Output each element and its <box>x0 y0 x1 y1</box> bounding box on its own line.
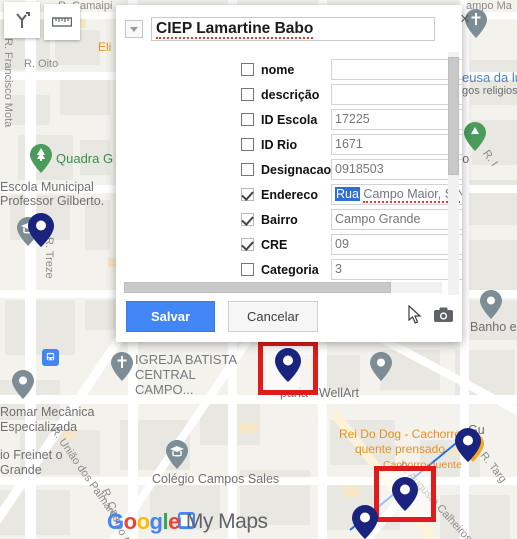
map-poi-label: Escola Municipal Professor Gilberto. <box>0 180 105 208</box>
map-street-label: R. Oito <box>24 58 59 70</box>
field-input-designacao[interactable]: 0918503 <box>331 159 462 180</box>
logo-letter: e <box>168 509 180 534</box>
field-row-nome: nome <box>116 57 462 82</box>
horizontal-scrollbar[interactable] <box>124 282 442 293</box>
field-label-designacao: Designacao <box>261 162 332 177</box>
field-input-endereco[interactable]: Rua Campo Maior, S/Nº Centro <box>331 184 462 205</box>
field-checkbox-endereco[interactable] <box>241 188 254 201</box>
directions-button[interactable] <box>4 2 40 38</box>
map-block <box>5 300 75 355</box>
field-row-endereco: Endereco Rua Campo Maior, S/Nº Centro <box>116 182 462 207</box>
map-block <box>85 300 115 330</box>
field-label-descricao: descrição <box>261 87 320 102</box>
vertical-scrollbar[interactable] <box>448 52 459 295</box>
map-poi-label: io Freinet o Grande <box>0 448 63 477</box>
measure-distance-button[interactable] <box>44 4 80 40</box>
map-poi-label: eusa da lu <box>462 70 517 85</box>
field-checkbox-categoria[interactable] <box>241 263 254 276</box>
field-checkbox-id-rio[interactable] <box>241 138 254 151</box>
horizontal-scrollbar-thumb[interactable] <box>124 282 391 293</box>
map-block <box>60 75 110 115</box>
field-label-bairro: Bairro <box>261 212 298 227</box>
park-marker-icon[interactable] <box>464 122 486 151</box>
field-checkbox-id-escola[interactable] <box>241 113 254 126</box>
field-input-categoria[interactable]: 3 <box>331 259 462 280</box>
field-row-bairro: Bairro Campo Grande <box>116 207 462 232</box>
field-label-categoria: Categoria <box>261 262 319 277</box>
dialog-body: CIEP Lamartine Babo nome descrição ID Es… <box>116 5 462 342</box>
map-street-label: R. Francisco Mota <box>2 38 14 128</box>
park-marker-icon[interactable] <box>30 144 52 173</box>
dialog-actions: Salvar Cancelar <box>126 301 319 332</box>
field-checkbox-nome[interactable] <box>241 63 254 76</box>
map-building <box>240 424 258 433</box>
field-checkbox-descricao[interactable] <box>241 88 254 101</box>
logo-letter: G <box>107 509 124 534</box>
map-poi-label: gos religios <box>462 85 517 97</box>
field-row-designacao: Designacao 0918503 <box>116 157 462 182</box>
map-poi-label: Quadra G <box>56 151 114 166</box>
field-label-endereco: Endereco <box>261 187 318 202</box>
logo-letter: o <box>123 509 137 534</box>
google-my-maps-logo: G o o g l e My Maps <box>107 509 268 535</box>
field-input-descricao[interactable] <box>331 84 462 105</box>
directions-icon <box>16 12 30 28</box>
field-input-id-escola[interactable]: 17225 <box>331 109 462 130</box>
cancel-button[interactable]: Cancelar <box>228 301 319 332</box>
place-marker-icon[interactable] <box>12 370 34 399</box>
field-row-cre: CRE 09 <box>116 232 462 257</box>
feature-title-input[interactable]: CIEP Lamartine Babo <box>151 17 435 41</box>
bus-stop-icon[interactable] <box>42 349 59 366</box>
map-poi-label: Colégio Campos Sales <box>152 472 280 486</box>
field-input-nome[interactable] <box>331 59 462 80</box>
field-checkbox-designacao[interactable] <box>241 163 254 176</box>
place-pin-icon[interactable] <box>392 477 418 511</box>
title-row: CIEP Lamartine Babo <box>125 17 435 41</box>
place-pin-icon[interactable] <box>275 348 301 382</box>
map-block <box>465 240 517 290</box>
field-row-id-escola: ID Escola 17225 <box>116 107 462 132</box>
school-marker-icon[interactable] <box>166 440 188 469</box>
field-input-bairro[interactable]: Campo Grande <box>331 209 462 230</box>
field-row-categoria: Categoria 3 <box>116 257 462 282</box>
save-button[interactable]: Salvar <box>126 301 216 332</box>
field-label-id-escola: ID Escola <box>261 112 318 127</box>
field-checkbox-bairro[interactable] <box>241 213 254 226</box>
field-checkbox-cre[interactable] <box>241 238 254 251</box>
place-pin-icon[interactable] <box>28 213 54 247</box>
place-pin-icon[interactable] <box>455 428 481 462</box>
camera-icon[interactable] <box>434 307 453 322</box>
measure-ruler-icon <box>52 17 72 27</box>
church-marker-icon[interactable] <box>111 352 133 381</box>
feature-edit-dialog: × CIEP Lamartine Babo nome descrição ID … <box>116 5 470 342</box>
place-pin-icon[interactable] <box>352 505 378 539</box>
map-poi-label: Rei Do Dog - Cachorro quente prensado <box>338 427 462 456</box>
field-input-cre[interactable]: 09 <box>331 234 462 255</box>
title-dropdown-caret-icon[interactable] <box>125 20 143 38</box>
map-poi-label: Banho e <box>470 320 517 334</box>
map-poi-label: Eli <box>98 40 112 54</box>
logo-letter: o <box>136 509 150 534</box>
field-input-id-rio[interactable]: 1671 <box>331 134 462 155</box>
field-row-id-rio: ID Rio 1671 <box>116 132 462 157</box>
selected-text: Rua <box>335 187 360 201</box>
field-row-descricao: descrição <box>116 82 462 107</box>
field-label-cre: CRE <box>261 237 288 252</box>
vertical-scrollbar-thumb[interactable] <box>448 57 459 175</box>
logo-letter: g <box>149 509 163 534</box>
place-marker-icon[interactable] <box>370 352 392 381</box>
field-label-nome: nome <box>261 62 295 77</box>
mouse-cursor <box>408 304 422 325</box>
map-poi-label: IGREJA BATISTA CENTRAL CAMPO... <box>135 352 237 397</box>
fields-table: nome descrição ID Escola 17225 ID Rio 16… <box>116 57 462 282</box>
field-label-id-rio: ID Rio <box>261 137 298 152</box>
my-maps-text: My Maps <box>185 510 268 533</box>
map-poi-label: Romar Mecânica Especializada <box>0 405 95 434</box>
feature-title-value: CIEP Lamartine Babo <box>156 20 314 39</box>
place-marker-icon[interactable] <box>480 290 502 319</box>
